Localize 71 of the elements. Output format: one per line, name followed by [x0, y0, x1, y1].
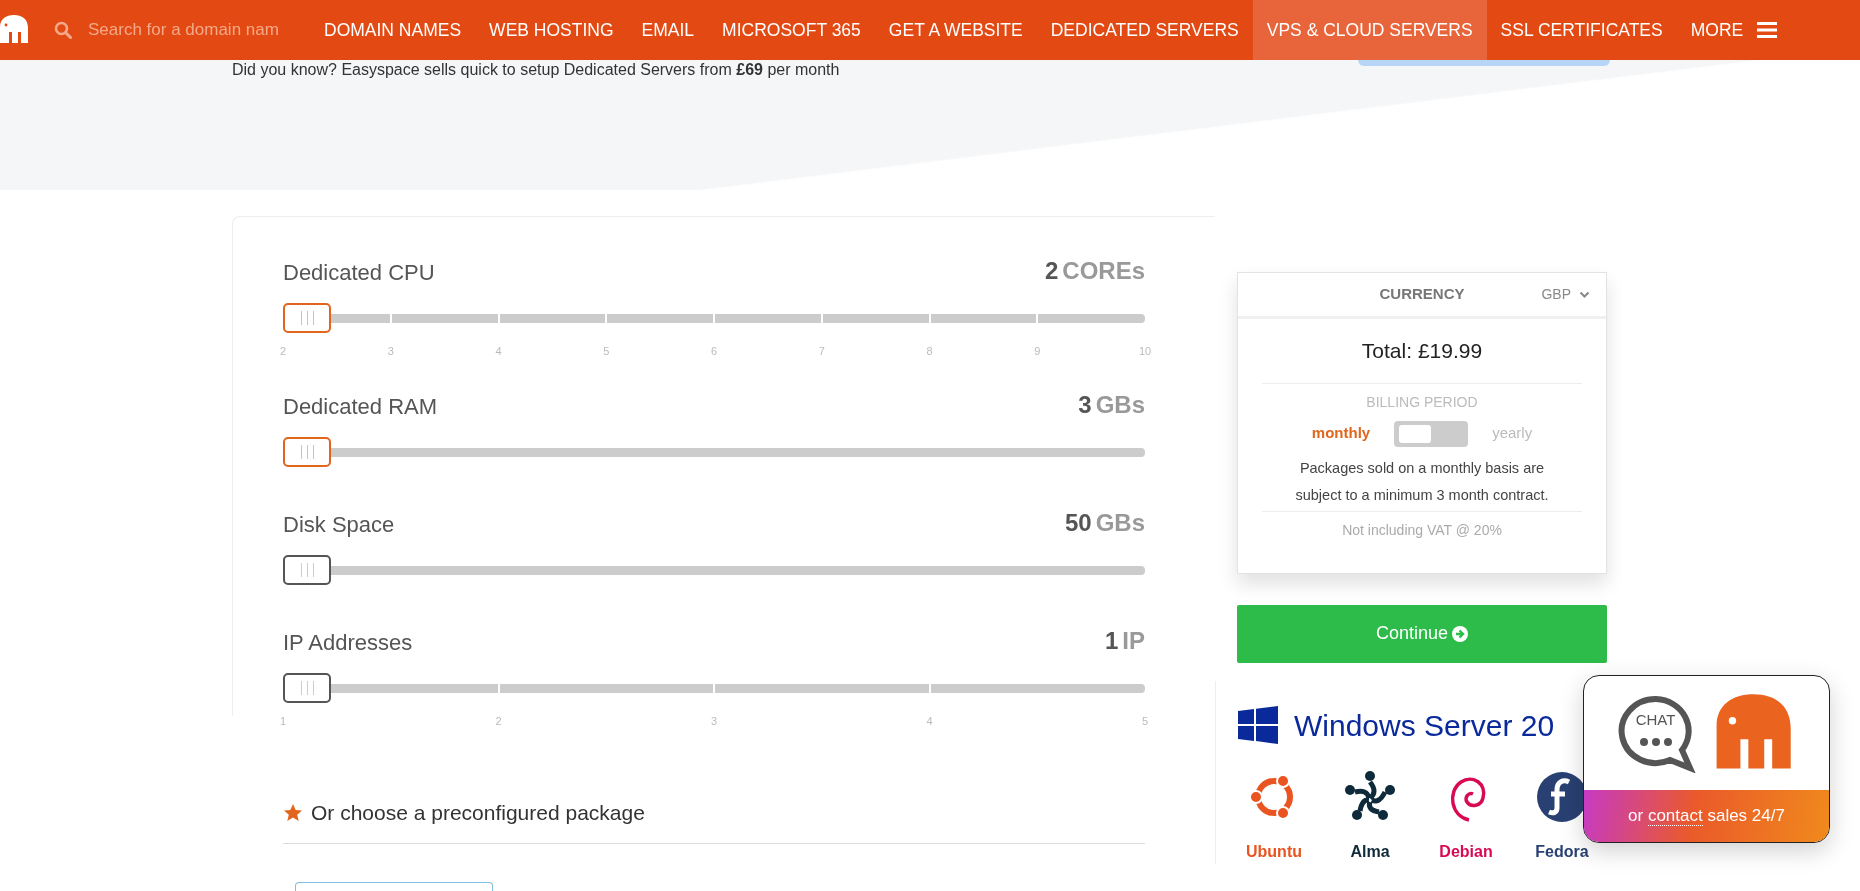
tick-label: 10 [1138, 344, 1152, 359]
arrow-circle-icon [1452, 625, 1469, 642]
hero-button[interactable] [1358, 60, 1610, 66]
contact-link[interactable]: contact [1647, 806, 1703, 827]
tick-label: 7 [818, 344, 825, 359]
nav-link[interactable]: GET A WEBSITE [874, 0, 1037, 60]
os-label: Debian [1439, 841, 1493, 862]
chat-widget[interactable]: CHAT or contact sales 24/7 [1583, 675, 1830, 843]
slider-value: 1 [1104, 627, 1119, 654]
slider-unit: IP [1122, 627, 1145, 654]
slider-label: Dedicated CPU [283, 259, 435, 287]
slider-value: 3 [1078, 391, 1092, 418]
tick-label: 2 [279, 344, 287, 359]
chevron-down-icon [1579, 290, 1590, 299]
nav-link[interactable]: VPS & CLOUD SERVERS [1252, 0, 1487, 60]
windows-logo-icon [1238, 705, 1278, 745]
tick-label: 3 [710, 714, 718, 729]
slider-thumb[interactable] [283, 673, 331, 703]
tick-label: 9 [1034, 344, 1041, 359]
tick-label: 4 [495, 344, 502, 359]
slider-thumb[interactable] [283, 437, 331, 467]
star-icon [283, 802, 303, 823]
tick-label: 2 [495, 714, 502, 729]
continue-button[interactable]: Continue [1237, 604, 1607, 663]
package-card[interactable] [295, 881, 493, 891]
slider-thumb[interactable] [283, 303, 331, 333]
nav-link[interactable]: EMAIL [627, 0, 709, 60]
vat-note: Not including VAT @ 20% [1341, 520, 1503, 540]
slider-thumb[interactable] [283, 555, 331, 585]
slider-value: 50 [1064, 509, 1092, 536]
search-icon [54, 21, 72, 39]
os-label: Fedora [1535, 841, 1589, 862]
os-label: Ubuntu [1246, 841, 1302, 862]
chat-caption: or contact sales 24/7 [1628, 805, 1785, 829]
nav-link[interactable]: WEB HOSTING [475, 0, 628, 60]
tick-label: 4 [926, 714, 933, 729]
nav-link[interactable]: MORE [1676, 0, 1758, 60]
billing-option[interactable]: monthly [1311, 422, 1371, 445]
currency-label: CURRENCY [1379, 284, 1465, 305]
tick-label: 1 [279, 714, 287, 729]
slider-unit: COREs [1062, 257, 1145, 284]
total-price: Total: £19.99 [1262, 319, 1582, 384]
slider-unit: GBs [1095, 509, 1145, 536]
notice-text: Did you know? Easyspace sells quick to setup Dedicated Servers from £69 per month [232, 61, 840, 78]
nav-link[interactable]: MICROSOFT 365 [708, 0, 875, 60]
nav-link[interactable]: DOMAIN NAMES [310, 0, 476, 60]
tick-label: 5 [1141, 714, 1149, 729]
search-field[interactable]: Search for a domain nam [88, 17, 310, 43]
nav-link[interactable]: DEDICATED SERVERS [1036, 0, 1253, 60]
slider-label: Dedicated RAM [283, 393, 438, 421]
nav-link[interactable]: SSL CERTIFICATES [1486, 0, 1677, 60]
tick-label: 3 [387, 344, 394, 359]
tick-label: 6 [710, 344, 718, 359]
slider[interactable] [283, 437, 1145, 467]
slider[interactable] [283, 303, 1145, 333]
slider-unit: GBs [1095, 391, 1145, 418]
billing-toggle[interactable] [1394, 420, 1469, 447]
tick-label: 8 [926, 344, 933, 359]
slider-label: IP Addresses [283, 629, 413, 657]
tick-label: 5 [603, 344, 610, 359]
section-title: Or choose a preconfigured package [311, 800, 645, 826]
currency-select[interactable]: GBP [1535, 283, 1596, 306]
menu-icon [1757, 21, 1778, 39]
slider[interactable] [283, 555, 1145, 585]
os-label: Alma [1350, 841, 1390, 862]
contract-note: Packages sold on a monthly basis are subject to a minimum 3 month contract. [1294, 458, 1550, 505]
slider[interactable] [283, 673, 1145, 703]
billing-label: BILLING PERIOD [1365, 392, 1479, 412]
product-title: Windows Server 20 [1294, 707, 1555, 744]
slider-value: 2 [1044, 257, 1059, 284]
slider-label: Disk Space [283, 511, 395, 539]
